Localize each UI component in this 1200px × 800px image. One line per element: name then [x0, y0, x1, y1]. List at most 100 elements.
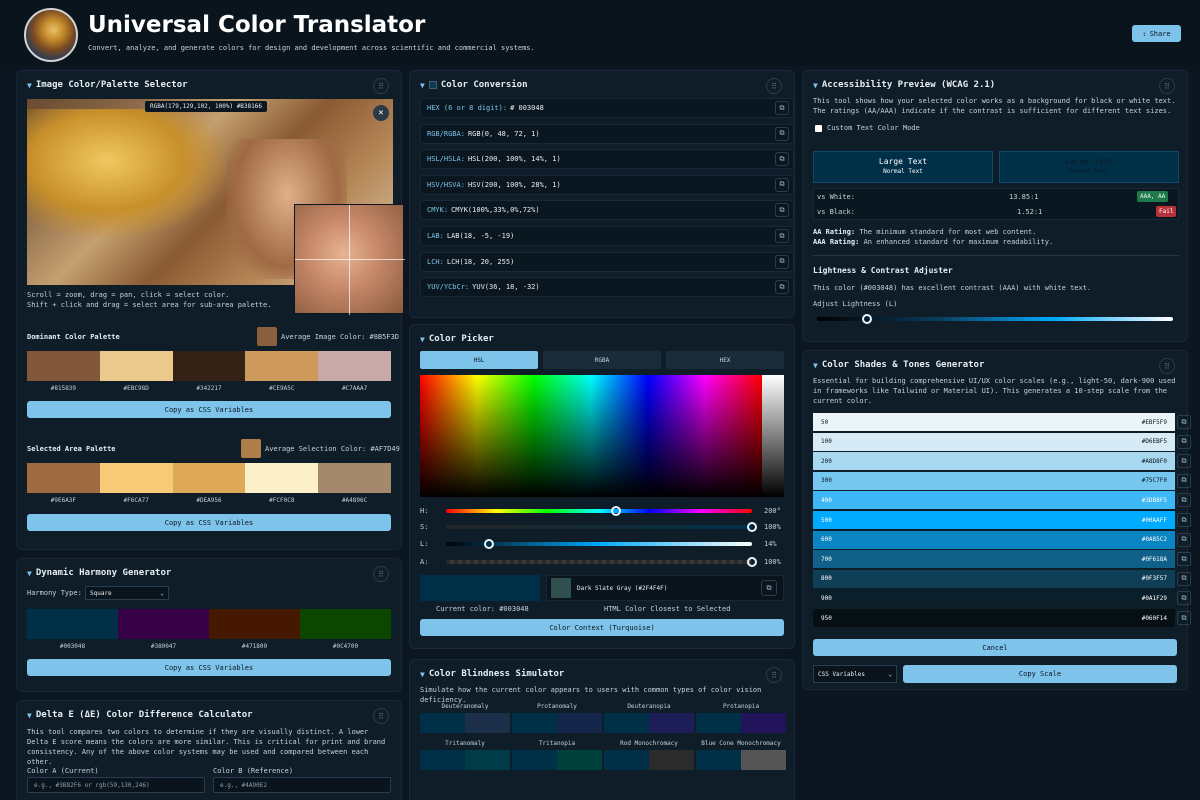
conversion-value-input[interactable]: HSV(200, 100%, 28%, 1): [468, 181, 561, 189]
palette-swatch[interactable]: [209, 609, 300, 639]
copy-icon[interactable]: ⧉: [775, 152, 789, 167]
conversion-value-input[interactable]: LAB(18, -5, -19): [447, 232, 514, 240]
copy-icon[interactable]: ⧉: [1177, 434, 1191, 449]
shade-row[interactable]: 900 #0A1F29: [813, 589, 1175, 608]
adjust-lightness-slider[interactable]: [817, 314, 1173, 324]
h-label: H:: [420, 507, 429, 515]
palette-swatch[interactable]: [245, 351, 319, 381]
drag-handle-icon[interactable]: ⠿: [373, 708, 389, 724]
drag-handle-icon[interactable]: ⠿: [1159, 78, 1175, 94]
palette-swatch[interactable]: [118, 609, 209, 639]
panel-title[interactable]: ▼ Delta E (ΔE) Color Difference Calculato…: [27, 710, 253, 720]
panel-title[interactable]: ▼ Color Conversion: [420, 80, 528, 90]
shade-row[interactable]: 100 #D6EBF5: [813, 432, 1175, 451]
close-icon[interactable]: ✕: [373, 105, 389, 121]
shade-row[interactable]: 50 #EBF5F9: [813, 413, 1175, 431]
palette-swatch[interactable]: [172, 463, 246, 493]
tab-hex[interactable]: HEX: [666, 351, 784, 369]
lightness-slider-knob[interactable]: [483, 539, 494, 549]
copy-icon[interactable]: ⧉: [1177, 513, 1191, 527]
alpha-strip[interactable]: [762, 375, 784, 497]
drag-handle-icon[interactable]: ⠿: [1159, 358, 1175, 374]
palette-swatch[interactable]: [27, 609, 118, 639]
shade-row[interactable]: 950 #060F14: [813, 609, 1175, 627]
hue-slider[interactable]: [446, 506, 752, 516]
copy-scale-button[interactable]: Copy Scale: [903, 665, 1177, 683]
panel-title[interactable]: ▼ Accessibility Preview (WCAG 2.1): [813, 80, 995, 90]
conversion-value-input[interactable]: # 003048: [510, 104, 544, 112]
adjust-lightness-knob[interactable]: [861, 314, 872, 324]
shade-row[interactable]: 700 #0F618A: [813, 550, 1175, 569]
palette-swatch[interactable]: [318, 351, 391, 381]
harmony-type-select[interactable]: Square ⌄: [85, 586, 169, 600]
cancel-button[interactable]: Cancel: [813, 639, 1177, 656]
copy-icon[interactable]: ⧉: [775, 101, 789, 115]
conversion-value-input[interactable]: YUV(36, 18, -32): [472, 283, 539, 291]
alpha-slider[interactable]: [446, 557, 757, 567]
panel-title[interactable]: ▼ Dynamic Harmony Generator: [27, 568, 171, 578]
conversion-checkbox[interactable]: [428, 81, 437, 89]
color-b-input[interactable]: e.g., #4A90E2: [213, 777, 391, 793]
copy-icon[interactable]: ⧉: [775, 229, 789, 243]
shade-hex: #3DB8F5: [1141, 496, 1167, 504]
shade-row[interactable]: 400 #3DB8F5: [813, 491, 1175, 510]
copy-icon[interactable]: ⧉: [775, 254, 789, 269]
palette-swatch[interactable]: [172, 351, 246, 381]
palette-swatch[interactable]: [300, 609, 391, 639]
custom-text-checkbox[interactable]: [815, 125, 822, 132]
panel-title[interactable]: ▼ Color Blindness Simulator: [420, 669, 564, 679]
palette-swatch[interactable]: [318, 463, 391, 493]
saturation-lightness-canvas[interactable]: [420, 375, 762, 497]
copy-icon[interactable]: ⧉: [1177, 571, 1191, 586]
copy-icon[interactable]: ⧉: [1177, 532, 1191, 547]
copy-css-button[interactable]: Copy as CSS Variables: [27, 514, 391, 531]
palette-swatch[interactable]: [245, 463, 319, 493]
copy-icon[interactable]: ⧉: [775, 177, 789, 192]
conversion-value-input[interactable]: CMYK(100%,33%,0%,72%): [451, 206, 540, 214]
format-select[interactable]: CSS Variables ⌄: [813, 665, 897, 683]
tab-hsl[interactable]: HSL: [420, 351, 538, 369]
palette-swatch[interactable]: [27, 463, 100, 493]
drag-handle-icon[interactable]: ⠿: [373, 566, 389, 582]
panel-title[interactable]: ▼ Image Color/Palette Selector: [27, 80, 188, 90]
shade-row[interactable]: 600 #0A85C2: [813, 530, 1175, 549]
conversion-value-input[interactable]: LCH(18, 20, 255): [447, 258, 514, 266]
copy-icon[interactable]: ⧉: [1177, 415, 1191, 429]
palette-swatch[interactable]: [99, 351, 173, 381]
panel-title[interactable]: ▼ Color Shades & Tones Generator: [813, 360, 984, 370]
drag-handle-icon[interactable]: ⠿: [766, 667, 782, 683]
saturation-slider-knob[interactable]: [747, 522, 757, 532]
copy-css-button[interactable]: Copy as CSS Variables: [27, 401, 391, 418]
copy-icon[interactable]: ⧉: [1177, 493, 1191, 508]
shade-row[interactable]: 800 #0F3F57: [813, 569, 1175, 588]
drag-handle-icon[interactable]: ⠿: [766, 78, 782, 94]
copy-icon[interactable]: ⧉: [1177, 473, 1191, 488]
palette-swatch[interactable]: [27, 351, 100, 381]
color-a-input[interactable]: e.g., #3B82F6 or rgb(59,130,246): [27, 777, 205, 793]
shade-row[interactable]: 500 #00AAFF: [813, 511, 1175, 529]
blindness-description: Simulate how the current color appears t…: [420, 686, 762, 704]
saturation-slider[interactable]: [446, 522, 757, 532]
copy-icon[interactable]: ⧉: [1177, 552, 1191, 567]
copy-css-button[interactable]: Copy as CSS Variables: [27, 659, 391, 676]
copy-icon[interactable]: ⧉: [1177, 591, 1191, 606]
color-context-button[interactable]: Color Context (Turquoise): [420, 619, 784, 636]
share-button[interactable]: ⇪ Share: [1132, 25, 1181, 42]
drag-handle-icon[interactable]: ⠿: [373, 78, 389, 94]
conversion-value-input[interactable]: RGB(0, 48, 72, 1): [468, 130, 540, 138]
panel-title[interactable]: ▼ Color Picker: [420, 334, 494, 344]
tab-rgba[interactable]: RGBA: [543, 351, 661, 369]
copy-icon[interactable]: ⧉: [775, 280, 789, 295]
copy-icon[interactable]: ⧉: [775, 126, 789, 141]
shade-row[interactable]: 200 #A8D8F0: [813, 452, 1175, 471]
shade-row[interactable]: 300 #75C7F0: [813, 471, 1175, 490]
conversion-value-input[interactable]: HSL(200, 100%, 14%, 1): [468, 155, 561, 163]
copy-icon[interactable]: ⧉: [761, 580, 777, 596]
copy-icon[interactable]: ⧉: [775, 203, 789, 218]
copy-icon[interactable]: ⧉: [1177, 611, 1191, 625]
hue-slider-knob[interactable]: [611, 506, 622, 516]
copy-icon[interactable]: ⧉: [1177, 454, 1191, 469]
alpha-slider-knob[interactable]: [747, 557, 757, 567]
lightness-slider[interactable]: [446, 539, 752, 549]
palette-swatch[interactable]: [99, 463, 173, 493]
